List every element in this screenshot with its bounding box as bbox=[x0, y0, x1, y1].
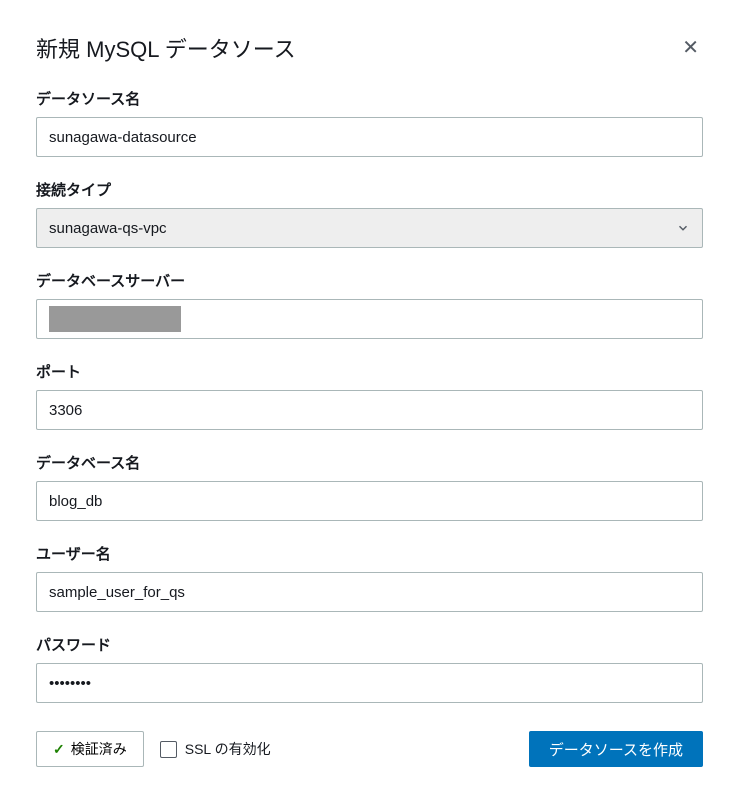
ssl-checkbox[interactable] bbox=[160, 741, 177, 758]
database-server-input[interactable] bbox=[36, 299, 703, 339]
username-group: ユーザー名 bbox=[36, 543, 703, 612]
port-label: ポート bbox=[36, 361, 703, 382]
create-datasource-button[interactable]: データソースを作成 bbox=[529, 731, 703, 767]
database-server-label: データベースサーバー bbox=[36, 270, 703, 291]
footer-left: ✓ 検証済み SSL の有効化 bbox=[36, 731, 271, 767]
database-server-group: データベースサーバー bbox=[36, 270, 703, 339]
dialog-title: 新規 MySQL データソース bbox=[36, 32, 296, 64]
username-input[interactable] bbox=[36, 572, 703, 612]
close-icon: ✕ bbox=[682, 37, 699, 59]
ssl-group: SSL の有効化 bbox=[160, 739, 271, 759]
database-name-input[interactable] bbox=[36, 481, 703, 521]
password-group: パスワード bbox=[36, 634, 703, 703]
username-label: ユーザー名 bbox=[36, 543, 703, 564]
dialog-footer: ✓ 検証済み SSL の有効化 データソースを作成 bbox=[36, 731, 703, 767]
datasource-name-input[interactable] bbox=[36, 117, 703, 157]
database-name-label: データベース名 bbox=[36, 452, 703, 473]
close-button[interactable]: ✕ bbox=[678, 34, 703, 62]
port-input[interactable] bbox=[36, 390, 703, 430]
dialog-header: 新規 MySQL データソース ✕ bbox=[36, 32, 703, 64]
validated-label: 検証済み bbox=[71, 739, 127, 759]
check-icon: ✓ bbox=[53, 741, 65, 758]
password-label: パスワード bbox=[36, 634, 703, 655]
datasource-name-label: データソース名 bbox=[36, 88, 703, 109]
connection-type-group: 接続タイプ sunagawa-qs-vpc bbox=[36, 179, 703, 248]
chevron-down-icon bbox=[676, 221, 690, 235]
password-input[interactable] bbox=[36, 663, 703, 703]
ssl-label: SSL の有効化 bbox=[185, 739, 271, 759]
connection-type-label: 接続タイプ bbox=[36, 179, 703, 200]
redacted-value bbox=[49, 306, 181, 332]
validated-button[interactable]: ✓ 検証済み bbox=[36, 731, 144, 767]
datasource-name-group: データソース名 bbox=[36, 88, 703, 157]
database-name-group: データベース名 bbox=[36, 452, 703, 521]
port-group: ポート bbox=[36, 361, 703, 430]
connection-type-value: sunagawa-qs-vpc bbox=[49, 220, 167, 237]
connection-type-select[interactable]: sunagawa-qs-vpc bbox=[36, 208, 703, 248]
